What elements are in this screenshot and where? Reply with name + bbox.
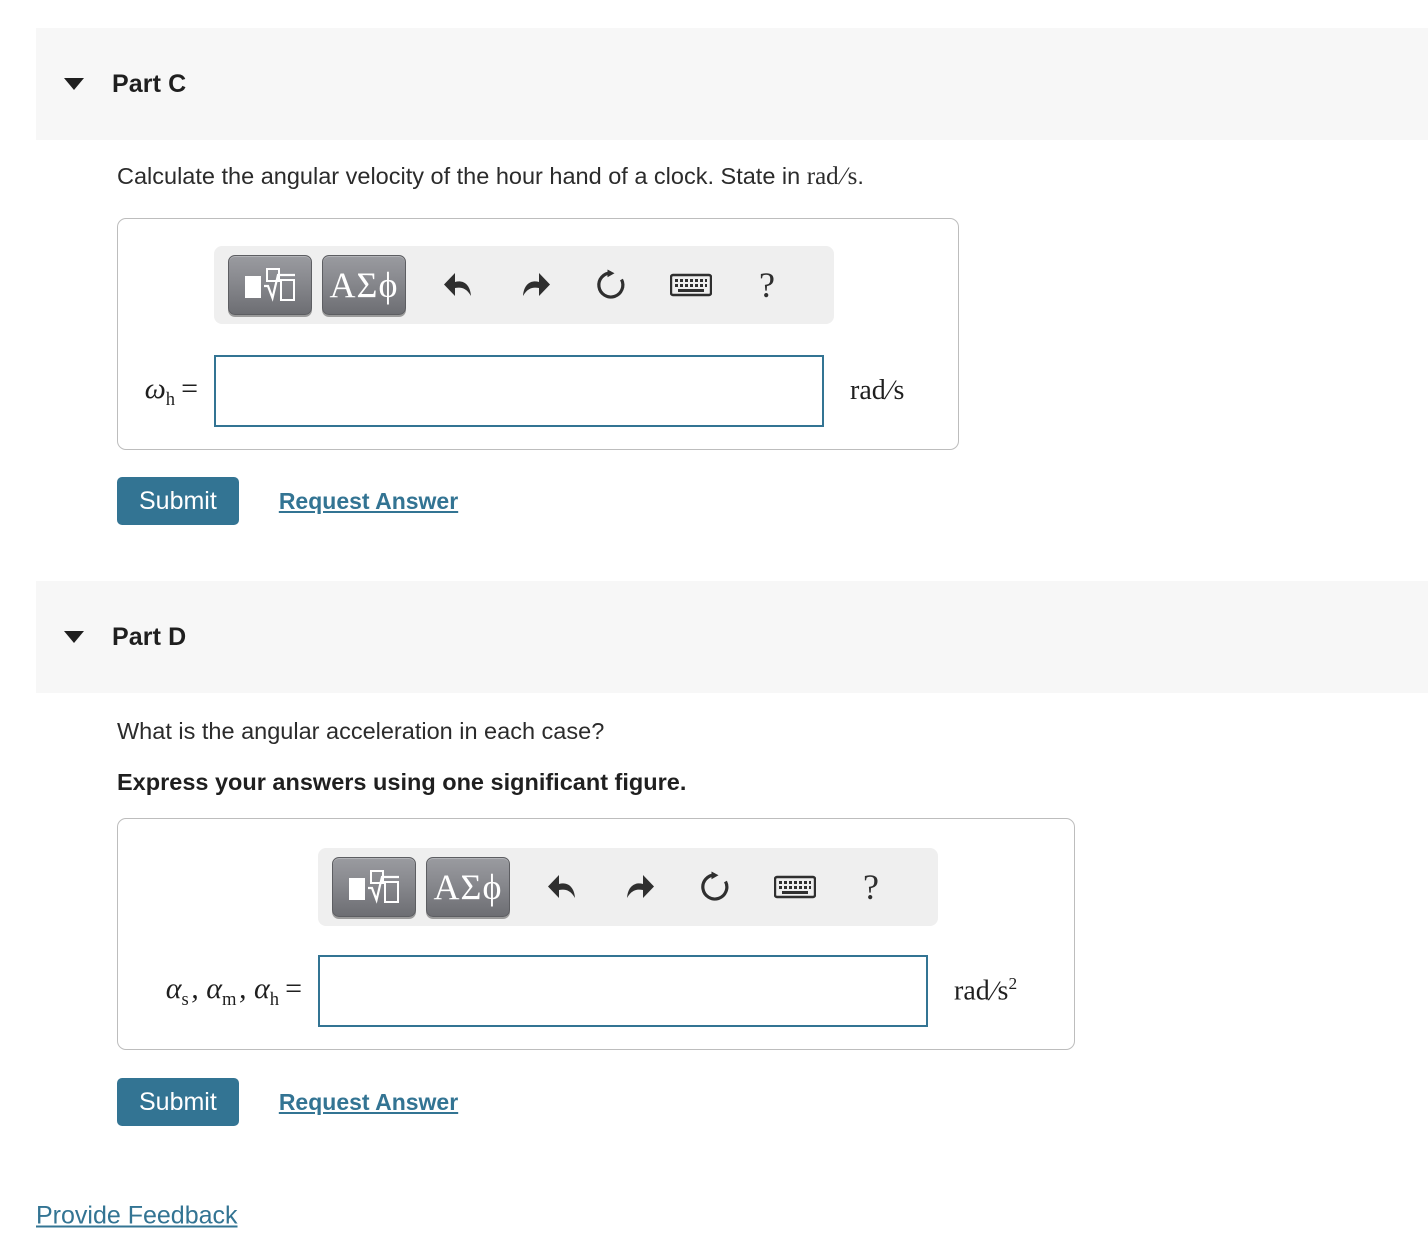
part-c-variable-subscript: h — [165, 388, 176, 410]
greek-symbols-button[interactable]: ΑΣϕ — [426, 857, 510, 917]
redo-icon[interactable] — [612, 860, 666, 914]
reset-icon[interactable] — [584, 258, 638, 312]
part-c-actions: Submit Request Answer — [117, 477, 458, 525]
caret-down-icon[interactable] — [64, 631, 84, 643]
part-c-header[interactable]: Part C — [36, 28, 1428, 140]
part-d-question: What is the angular acceleration in each… — [117, 718, 605, 744]
part-d-answer-row: αs , αm , αh = rad/s2 — [140, 955, 1017, 1027]
part-d-equals-sign: = — [285, 971, 302, 1005]
greek-symbols-button[interactable]: ΑΣϕ — [322, 255, 406, 315]
part-d-variable-label: αs , αm , αh = — [140, 972, 302, 1011]
part-c-variable-label: ωh = — [140, 372, 198, 411]
part-c-question-period: . — [857, 163, 864, 189]
keyboard-icon[interactable] — [768, 860, 822, 914]
part-c-question-unit: rad/s — [806, 163, 858, 190]
caret-down-icon[interactable] — [64, 78, 84, 90]
part-d-header[interactable]: Part D — [36, 581, 1428, 693]
part-c-question: Calculate the angular velocity of the ho… — [117, 163, 864, 191]
reset-icon[interactable] — [688, 860, 742, 914]
provide-feedback-link[interactable]: Provide Feedback — [36, 1202, 238, 1231]
part-d-instruction: Express your answers using one significa… — [117, 769, 687, 795]
part-c-answer-input[interactable] — [214, 355, 824, 427]
help-button[interactable]: ? — [844, 860, 898, 914]
part-d-request-answer-link[interactable]: Request Answer — [279, 1089, 458, 1116]
part-c-math-toolbar: ΑΣϕ ? — [214, 246, 834, 324]
part-d-actions: Submit Request Answer — [117, 1078, 458, 1126]
part-c-request-answer-link[interactable]: Request Answer — [279, 488, 458, 515]
part-c-unit-label: rad/s — [850, 375, 905, 406]
part-d-answer-input[interactable] — [318, 955, 928, 1027]
part-d-unit-exponent: 2 — [1008, 974, 1018, 994]
redo-icon[interactable] — [508, 258, 562, 312]
part-c-answer-row: ωh = rad/s — [140, 355, 904, 427]
math-template-button[interactable] — [228, 255, 312, 315]
part-d-variable-symbols: αs , αm , αh — [165, 971, 280, 1010]
part-c-submit-button[interactable]: Submit — [117, 477, 239, 525]
help-label: ? — [759, 265, 775, 305]
part-c-variable-symbol: ω — [144, 371, 166, 405]
keyboard-icon[interactable] — [664, 258, 718, 312]
part-d-unit-label: rad/s2 — [954, 974, 1018, 1007]
help-label: ? — [863, 867, 879, 907]
part-c-equals-sign: = — [181, 371, 198, 405]
part-d-math-toolbar: ΑΣϕ ? — [318, 848, 938, 926]
part-c-question-text: Calculate the angular velocity of the ho… — [117, 163, 807, 189]
part-c-title: Part C — [112, 69, 187, 98]
greek-symbols-label: ΑΣϕ — [433, 867, 503, 907]
greek-symbols-label: ΑΣϕ — [329, 265, 399, 305]
math-template-button[interactable] — [332, 857, 416, 917]
part-d-title: Part D — [112, 622, 187, 651]
part-d-submit-button[interactable]: Submit — [117, 1078, 239, 1126]
undo-icon[interactable] — [432, 258, 486, 312]
undo-icon[interactable] — [536, 860, 590, 914]
help-button[interactable]: ? — [740, 258, 794, 312]
